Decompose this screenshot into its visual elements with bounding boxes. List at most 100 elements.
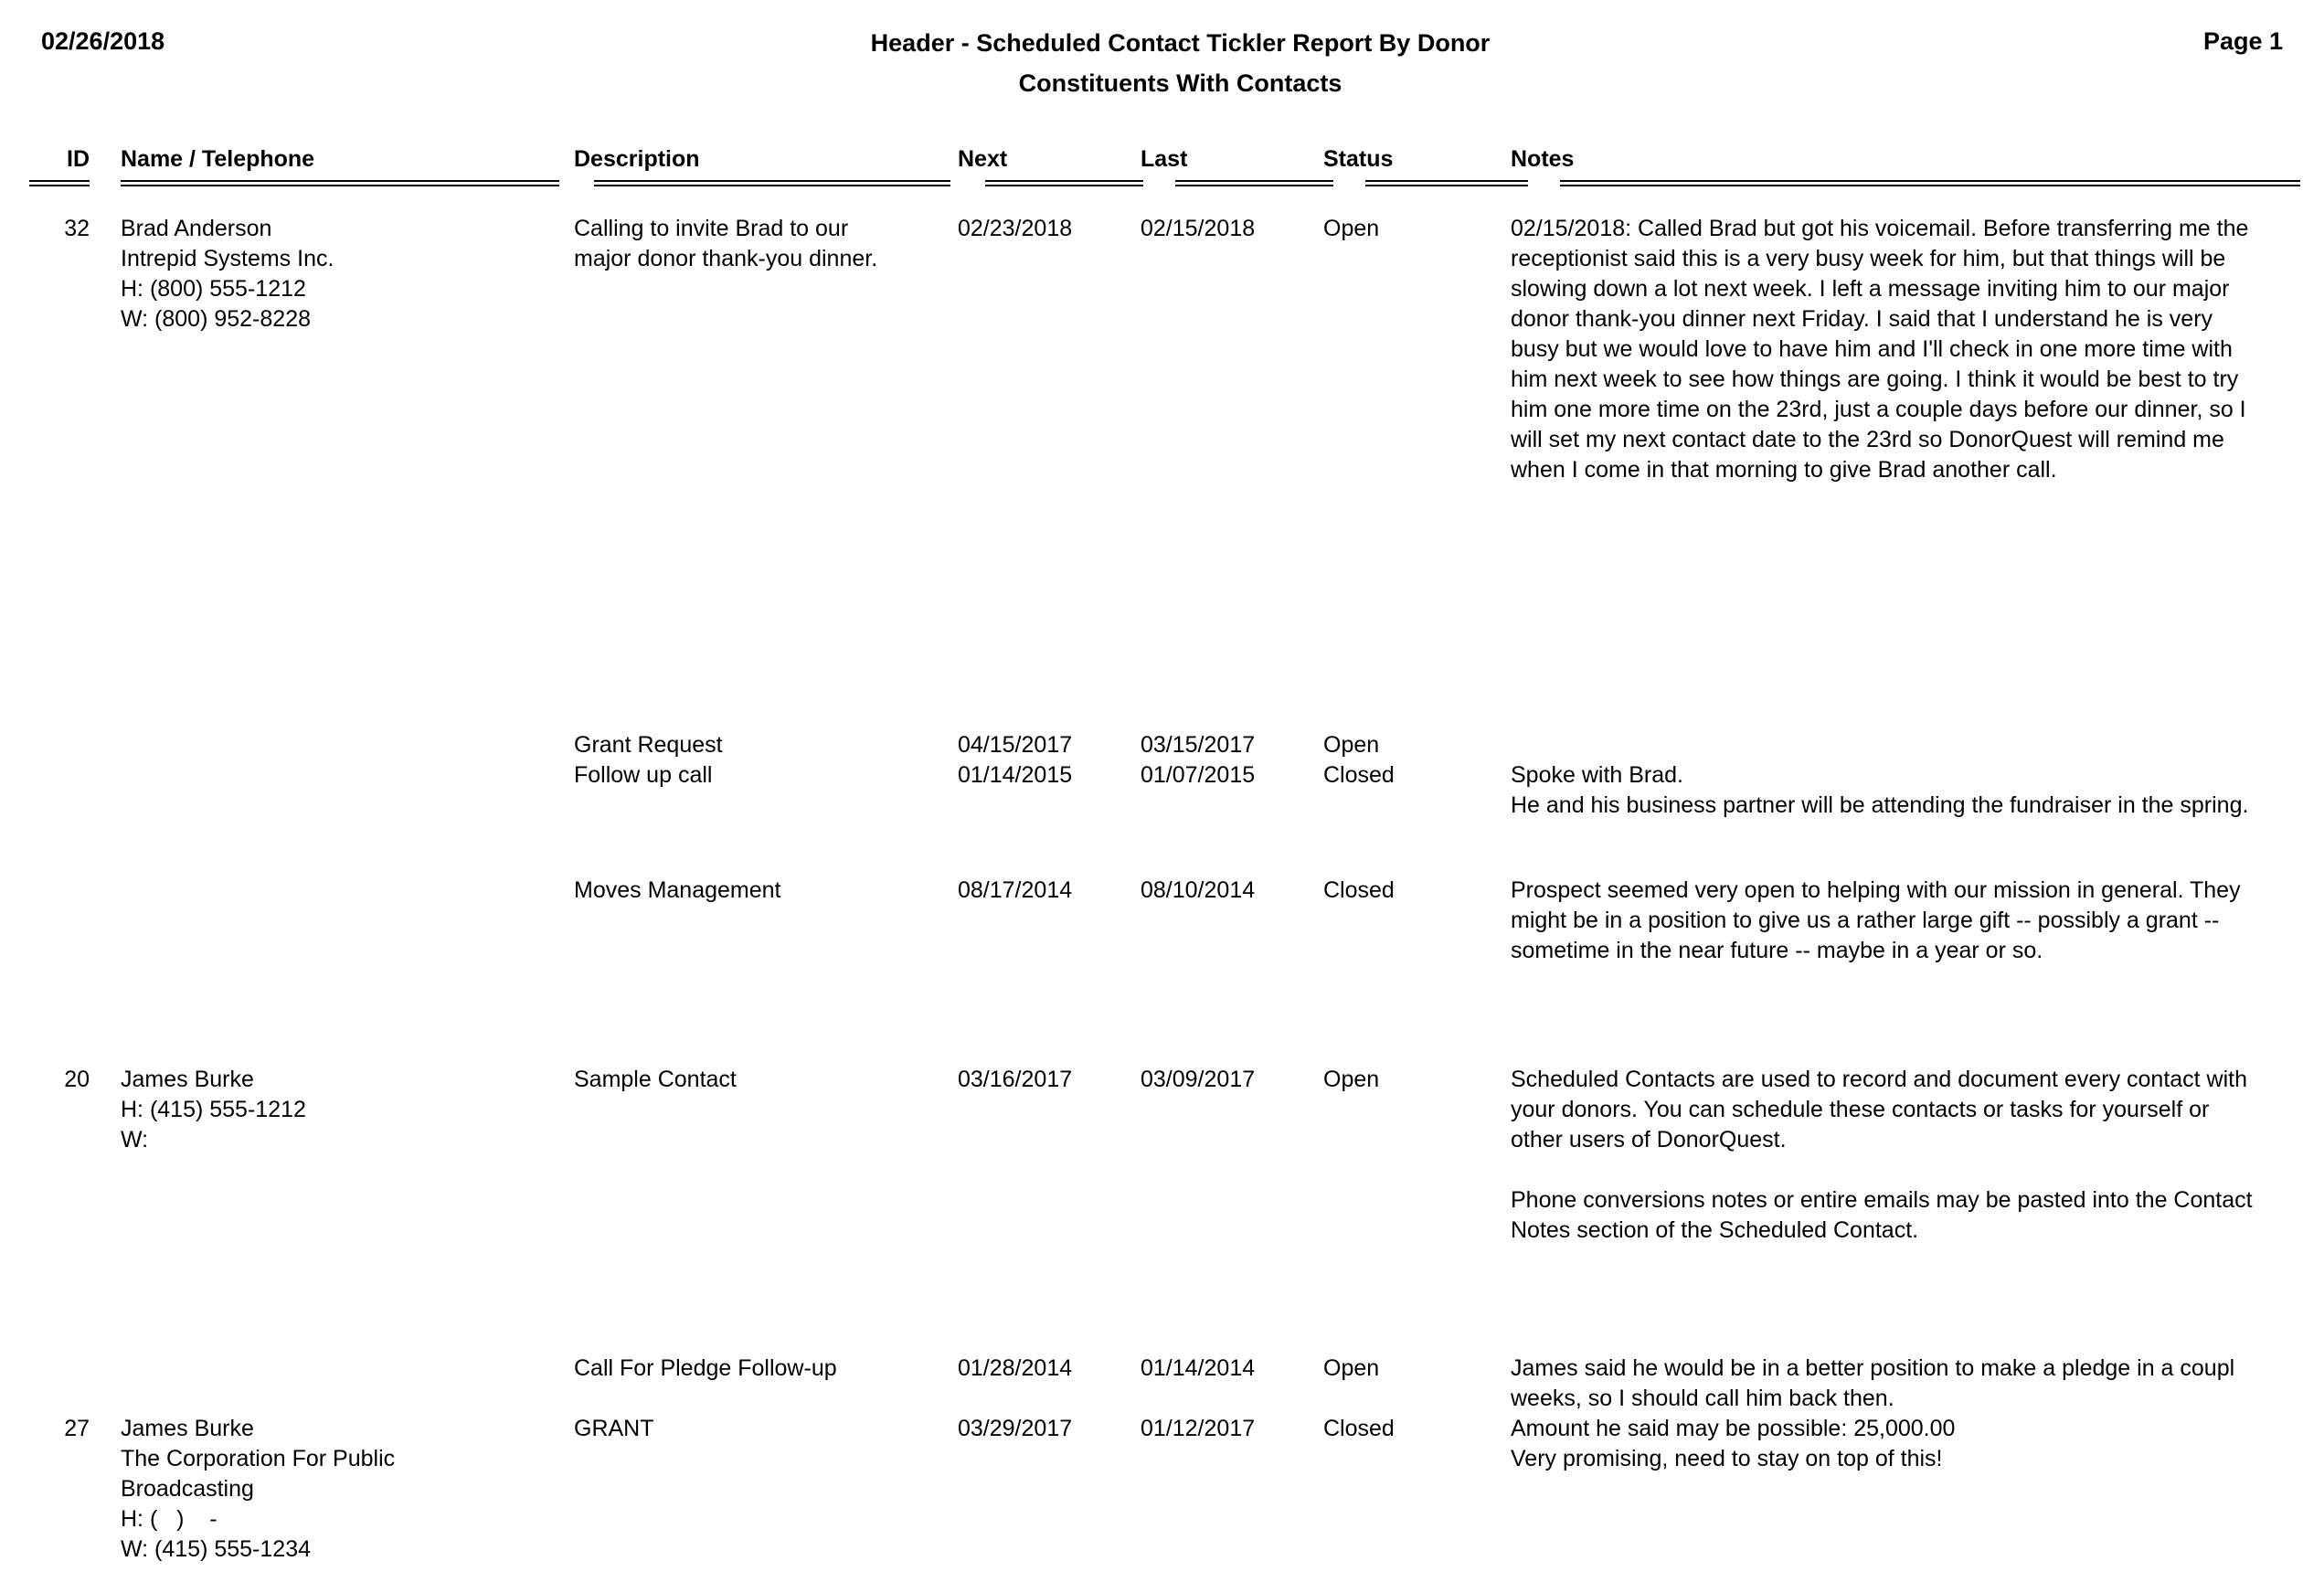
notes-paragraph: Very promising, need to stay on top of t… (1511, 1446, 1943, 1471)
table-row: Calling to invite Brad to our major donor… (567, 214, 2306, 485)
notes-paragraph: He and his business partner will be atte… (1511, 792, 2249, 818)
donor-organization: Intrepid Systems Inc. (121, 246, 334, 271)
donor-block: 20 James Burke H: (415) 555-1212 W: Sample C… (18, 1065, 2306, 1414)
table-body: 32 Brad Anderson Intrepid Systems Inc. H: (… (18, 214, 2306, 1593)
column-header-id: ID (67, 146, 90, 172)
donor-block: 32 Brad Anderson Intrepid Systems Inc. H: (… (18, 214, 2306, 966)
donor-work-phone: W: (800) 952-8228 (121, 306, 311, 332)
column-header-name: Name / Telephone (121, 146, 315, 172)
contact-notes: Scheduled Contacts are used to record an… (1503, 1065, 2253, 1246)
contact-description-line: major donor thank-you dinner. (574, 246, 878, 271)
contact-last-date: 03/09/2017 (1141, 1067, 1256, 1092)
donor-name: Brad Anderson (121, 216, 272, 241)
column-header-description: Description (574, 146, 700, 172)
notes-paragraph: 02/15/2018: Called Brad but got his voic… (1511, 216, 2249, 483)
contact-description: Calling to invite Brad to our major donor… (567, 214, 950, 274)
column-header-status: Status (1323, 146, 1394, 172)
notes-paragraph: Phone conversions notes or entire emails… (1511, 1187, 2253, 1243)
contact-description: Moves Management (567, 876, 950, 906)
table-row: Grant Request 04/15/2017 03/15/2017 Open (567, 730, 2306, 760)
table-row: GRANT 03/29/2017 01/12/2017 Closed Amount he… (567, 1414, 2306, 1474)
donor-home-phone: H: (800) 555-1212 (121, 276, 306, 302)
notes-blank-line (1511, 1155, 2253, 1185)
contact-description: Follow up call (567, 760, 950, 791)
report-page: 02/26/2018 Header - Scheduled Contact Ti… (0, 0, 2324, 1593)
contact-description-line: Follow up call (574, 762, 713, 788)
contact-description-line: Moves Management (574, 877, 781, 903)
contact-next-date: 03/16/2017 (958, 1067, 1073, 1092)
contact-last-date: 08/10/2014 (1141, 877, 1256, 903)
rule-gap (90, 180, 101, 183)
donor-id: 32 (64, 216, 90, 241)
contact-notes: James said he would be in a better posit… (1503, 1354, 2253, 1414)
rule-status (1365, 180, 1528, 186)
contact-last-date: 03/15/2017 (1141, 732, 1256, 758)
donor-organization: Broadcasting (121, 1476, 254, 1502)
contact-list: Sample Contact 03/16/2017 03/09/2017 Open Sc… (567, 1065, 2306, 1414)
table-row: Moves Management 08/17/2014 08/10/2014 Clos… (567, 876, 2306, 966)
contact-last-date: 01/07/2015 (1141, 762, 1256, 788)
donor-organization: The Corporation For Public (121, 1446, 396, 1471)
rule-next (985, 180, 1143, 186)
notes-paragraph: Scheduled Contacts are used to record an… (1511, 1067, 2248, 1152)
notes-paragraph: Spoke with Brad. (1511, 762, 1683, 788)
donor-name-telephone: James Burke The Corporation For Public Bro… (101, 1414, 567, 1565)
donor-work-phone: W: (415) 555-1234 (121, 1536, 311, 1562)
donor-name-telephone: Brad Anderson Intrepid Systems Inc. H: (80… (101, 214, 567, 335)
report-date: 02/26/2018 (41, 27, 165, 55)
column-header-last: Last (1141, 146, 1188, 172)
rule-gap (1333, 180, 1358, 183)
page-number: Page 1 (2202, 27, 2283, 55)
contact-description-line: Call For Pledge Follow-up (574, 1355, 837, 1381)
status-badge: Closed (1323, 762, 1395, 788)
notes-paragraph: Prospect seemed very open to helping wit… (1511, 877, 2241, 963)
contact-next-date: 01/14/2015 (958, 762, 1073, 788)
donor-name: James Burke (121, 1067, 254, 1092)
rule-name (121, 180, 559, 186)
report-header: 02/26/2018 Header - Scheduled Contact Ti… (0, 0, 2324, 110)
contact-notes: 02/15/2018: Called Brad but got his voic… (1503, 214, 2253, 485)
column-header-next: Next (958, 146, 1008, 172)
contact-next-date: 03/29/2017 (958, 1416, 1073, 1441)
contact-next-date: 02/23/2018 (958, 216, 1073, 241)
contact-notes: Amount he said may be possible: 25,000.0… (1503, 1414, 2253, 1474)
rule-gap (950, 180, 978, 183)
contact-description: Sample Contact (567, 1065, 950, 1095)
contact-last-date: 01/12/2017 (1141, 1416, 1256, 1441)
status-badge: Open (1323, 1067, 1380, 1092)
contact-last-date: 01/14/2014 (1141, 1355, 1256, 1381)
status-badge: Closed (1323, 877, 1395, 903)
status-badge: Open (1323, 216, 1380, 241)
donor-id: 20 (64, 1067, 90, 1092)
contact-list: GRANT 03/29/2017 01/12/2017 Closed Amount he… (567, 1414, 2306, 1474)
contact-next-date: 04/15/2017 (958, 732, 1073, 758)
rule-gap (1528, 180, 1553, 183)
contact-description: Call For Pledge Follow-up (567, 1354, 950, 1384)
donor-work-phone: W: (121, 1127, 149, 1152)
page-title: Header - Scheduled Contact Tickler Repor… (870, 29, 1491, 57)
contact-last-date: 02/15/2018 (1141, 216, 1256, 241)
page-subtitle: Constituents With Contacts (1018, 69, 1342, 97)
table-row: Follow up call 01/14/2015 01/07/2015 Closed… (567, 760, 2306, 821)
contact-description-line: Grant Request (574, 732, 723, 758)
report-title-group: Header - Scheduled Contact Tickler Repor… (41, 27, 2283, 99)
table-row: Call For Pledge Follow-up 01/28/2014 01/14… (567, 1354, 2306, 1414)
contact-description-line: Calling to invite Brad to our (574, 216, 849, 241)
contact-notes: Spoke with Brad. He and his business part… (1503, 760, 2253, 821)
donor-block: 27 James Burke The Corporation For Public B… (18, 1414, 2306, 1565)
contact-notes: Prospect seemed very open to helping wit… (1503, 876, 2253, 966)
donor-home-phone: H: ( ) - (121, 1506, 218, 1532)
contact-description: Grant Request (567, 730, 950, 760)
table-header-row: ID Name / Telephone Description Next Las… (18, 146, 2306, 178)
donor-name-telephone: James Burke H: (415) 555-1212 W: (101, 1065, 567, 1155)
contact-list: Calling to invite Brad to our major donor… (567, 214, 2306, 966)
rule-id (29, 180, 90, 186)
status-badge: Open (1323, 1355, 1380, 1381)
donor-home-phone: H: (415) 555-1212 (121, 1097, 306, 1122)
report-table: ID Name / Telephone Description Next Las… (0, 146, 2324, 1593)
status-badge: Open (1323, 732, 1380, 758)
donor-name: James Burke (121, 1416, 254, 1441)
notes-paragraph: James said he would be in a better posit… (1511, 1355, 2235, 1411)
column-header-notes: Notes (1511, 146, 1575, 172)
contact-next-date: 01/28/2014 (958, 1355, 1073, 1381)
